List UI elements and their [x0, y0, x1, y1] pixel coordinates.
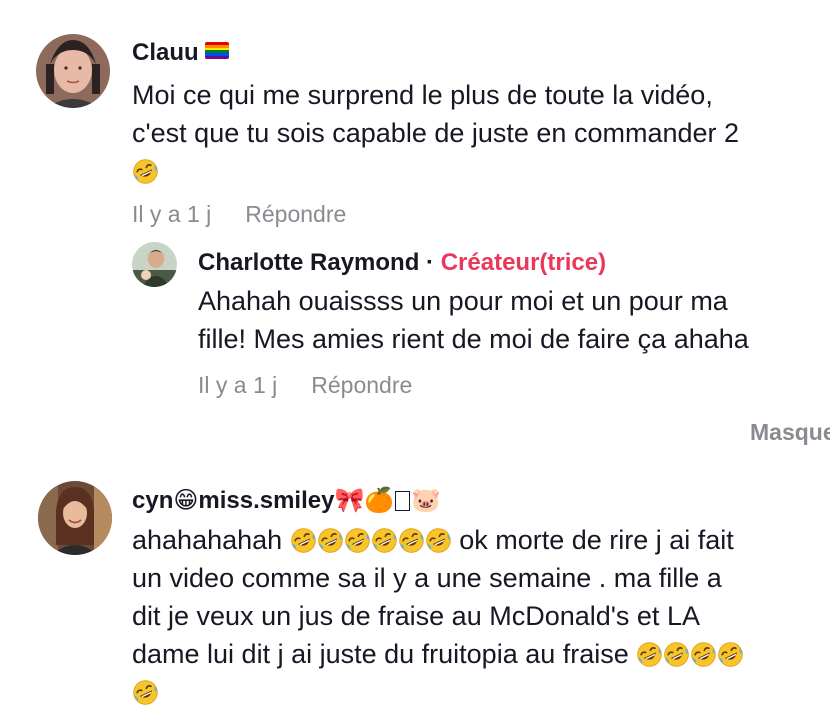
reply-text-line: fille! Mes amies rient de moi de faire ç… — [198, 324, 749, 354]
comment-text-segment: ahahahahah — [132, 525, 283, 555]
comment-text-segment: dame lui dit j ai juste du fruitopia au … — [132, 639, 629, 669]
comment-text-line: Moi ce qui me surprend le plus de toute … — [132, 80, 713, 110]
comment-text: Moi ce qui me surprend le plus de toute … — [132, 76, 822, 190]
reply-button[interactable]: Répondre — [311, 370, 412, 400]
comment-text-line: dame lui dit j ai juste du fruitopia au … — [132, 635, 822, 673]
comment-text-line: ahahahahah ok morte de rire j ai fait — [132, 521, 822, 559]
comment-text-line: c'est que tu sois capable de juste en co… — [132, 118, 740, 148]
creator-badge: Créateur(trice) — [440, 249, 607, 276]
rofl-emoji-group — [290, 525, 452, 555]
comment-username[interactable]: Clauu — [132, 38, 229, 68]
rofl-emoji-icon — [132, 673, 822, 711]
avatar[interactable] — [132, 242, 177, 287]
rofl-emoji-icon — [132, 152, 822, 190]
reply-meta: Il y a 1 j Répondre — [198, 370, 412, 400]
reply-text: Ahahah ouaissss un pour moi et un pour m… — [198, 282, 823, 358]
reply-username[interactable]: Charlotte Raymond — [198, 249, 419, 276]
avatar[interactable] — [36, 34, 110, 108]
hide-replies-label[interactable]: Masquer — [750, 419, 830, 445]
reply-timestamp: Il y a 1 j — [198, 372, 278, 398]
username-text[interactable]: Clauu — [132, 39, 199, 66]
separator-dot: · — [426, 249, 435, 276]
comment-text-segment: ok morte de rire j ai fait — [459, 525, 734, 555]
reply-text-line: Ahahah ouaissss un pour moi et un pour m… — [198, 286, 728, 316]
comment-text: ahahahahah ok morte de rire j ai fait un… — [132, 521, 822, 711]
reply-button[interactable]: Répondre — [245, 199, 346, 229]
reply-username-row: Charlotte Raymond · Créateur(trice) — [198, 248, 606, 278]
hide-replies-button[interactable]: Masquer — [750, 417, 830, 447]
comment-text-line: dit je veux un jus de fraise au McDonald… — [132, 601, 700, 631]
comment-username[interactable]: cyn😁miss.smiley🎀🍊 🐷 — [132, 486, 441, 516]
username-suffix: 🐷 — [411, 487, 442, 514]
comment-text-line: un video comme sa il y a une semaine . m… — [132, 563, 722, 593]
username-text[interactable]: cyn😁miss.smiley🎀🍊 — [132, 487, 394, 514]
comment-timestamp: Il y a 1 j — [132, 201, 212, 227]
rainbow-flag-icon — [204, 42, 229, 59]
rofl-emoji-group — [636, 639, 744, 669]
missing-glyph-icon — [395, 491, 411, 511]
avatar[interactable] — [38, 481, 112, 555]
comment-meta: Il y a 1 j Répondre — [132, 199, 346, 229]
